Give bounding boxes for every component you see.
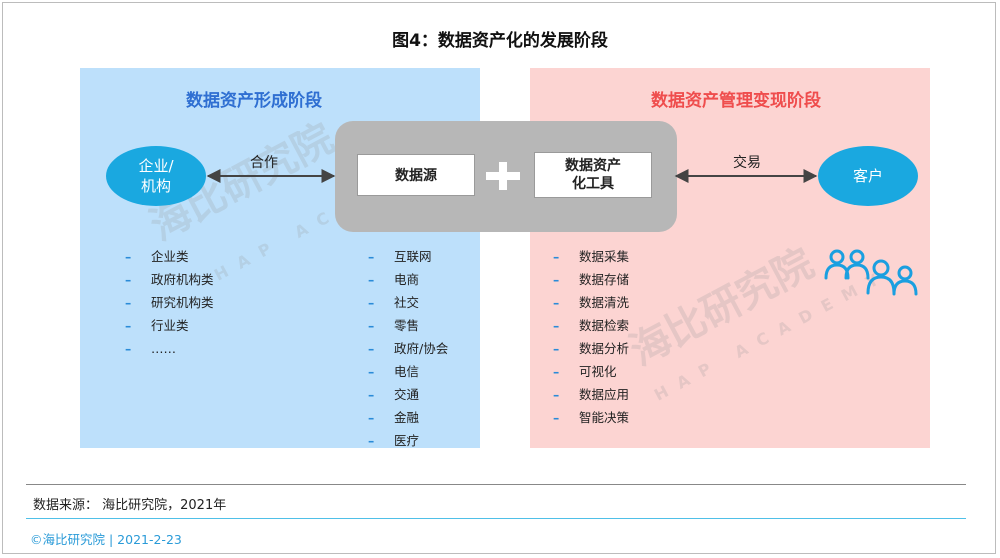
list-item: – 数据应用 xyxy=(553,387,630,402)
list-item: – 零售 xyxy=(368,318,420,333)
institution-type-list: – 企业类 – 政府机构类 – 研究机构类 – 行业类 –…… xyxy=(125,245,214,360)
list-item: – 政府/协会 xyxy=(368,341,449,356)
list-item: – 数据分析 xyxy=(553,341,630,356)
list-item: – 政府机构类 xyxy=(125,272,214,287)
data-source-list: – 互联网 – 电商 – 社交 – 零售 – 政府/协会 – 电信 – 交通 – 金融 – 医疗 xyxy=(368,245,448,452)
list-item: – 企业类 xyxy=(125,249,189,264)
list-item: – 互联网 xyxy=(368,249,432,264)
list-item: – 智能决策 xyxy=(553,410,630,425)
footer-divider xyxy=(26,518,966,519)
list-item: – 数据检索 xyxy=(553,318,630,333)
list-item: – 数据采集 xyxy=(553,249,630,264)
list-item: – 社交 xyxy=(368,295,420,310)
list-item: – 医疗 xyxy=(368,433,420,448)
copyright-footer: ©海比研究院 | 2021-2-23 xyxy=(30,532,182,547)
list-item: – 电商 xyxy=(368,272,420,287)
list-item: – 数据存储 xyxy=(553,272,630,287)
list-item: – 可视化 xyxy=(553,364,617,379)
list-item: – 交通 xyxy=(368,387,420,402)
data-source-note: 数据来源： 海比研究院，2021年 xyxy=(33,498,227,513)
list-item: – 电信 xyxy=(368,364,420,379)
cooperation-label: 合作 xyxy=(250,155,278,171)
trade-label: 交易 xyxy=(733,155,761,171)
customers-group-icon xyxy=(824,249,918,296)
divider xyxy=(26,484,966,485)
list-item: – 金融 xyxy=(368,410,420,425)
list-item: –…… xyxy=(125,341,176,356)
list-item: – 研究机构类 xyxy=(125,295,214,310)
asset-tool-capability-list: – 数据采集 – 数据存储 – 数据清洗 – 数据检索 – 数据分析 – 可视化 – 数据应用… xyxy=(553,245,629,429)
list-item: – 行业类 xyxy=(125,318,189,333)
list-item: – 数据清洗 xyxy=(553,295,630,310)
